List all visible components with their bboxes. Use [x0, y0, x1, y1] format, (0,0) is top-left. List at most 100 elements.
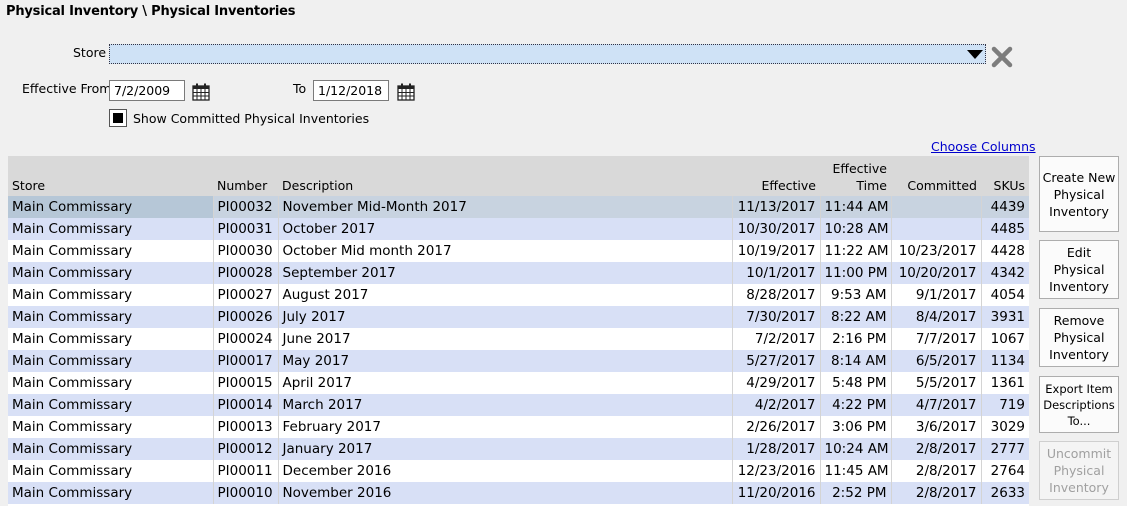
- table-row[interactable]: Main Commissary PI00032 November Mid-Month…: [8, 196, 1029, 218]
- chevron-down-icon[interactable]: [967, 50, 983, 59]
- cell-committed: 5/5/2017: [890, 372, 981, 394]
- cell-effective: 11/20/2016: [731, 482, 820, 504]
- cell-effective: 1/28/2017: [731, 438, 820, 460]
- cell-effective-time: 2:16 PM: [819, 328, 891, 350]
- cell-store: Main Commissary: [8, 262, 213, 284]
- cell-description: June 2017: [277, 328, 732, 350]
- cell-committed: 2/8/2017: [890, 482, 981, 504]
- export-item-descriptions-button[interactable]: Export Item Descriptions To...: [1039, 376, 1119, 433]
- close-icon[interactable]: [991, 46, 1013, 68]
- column-header-store[interactable]: Store: [8, 156, 213, 196]
- cell-effective-time: 4:22 PM: [819, 394, 891, 416]
- table-row[interactable]: Main Commissary PI00030 October Mid month …: [8, 240, 1029, 262]
- choose-columns-link[interactable]: Choose Columns: [931, 139, 1036, 154]
- effective-to-input[interactable]: 1/12/2018: [313, 80, 389, 101]
- cell-skus: 4428: [980, 240, 1029, 262]
- cell-skus: 4439: [980, 196, 1029, 218]
- effective-from-label: Effective From: [22, 81, 112, 96]
- column-header-description[interactable]: Description: [278, 156, 732, 196]
- cell-description: December 2016: [277, 460, 732, 482]
- show-committed-label: Show Committed Physical Inventories: [133, 111, 370, 126]
- cell-skus: 3931: [980, 306, 1029, 328]
- cell-effective: 2/26/2017: [731, 416, 820, 438]
- breadcrumb: Physical Inventory \ Physical Inventorie…: [6, 4, 296, 19]
- table-row[interactable]: Main Commissary PI00024 June 2017 7/2/2017 2…: [8, 328, 1029, 350]
- table-row[interactable]: Main Commissary PI00012 January 2017 1/28/2…: [8, 438, 1029, 460]
- cell-skus: 3029: [980, 416, 1029, 438]
- cell-description: November Mid-Month 2017: [277, 196, 732, 218]
- cell-number: PI00030: [212, 240, 278, 262]
- table-row[interactable]: Main Commissary PI00013 February 2017 2/26/…: [8, 416, 1029, 438]
- cell-description: November 2016: [277, 482, 732, 504]
- effective-from-input[interactable]: 7/2/2009: [109, 80, 185, 101]
- table-row[interactable]: Main Commissary PI00015 April 2017 4/29/201…: [8, 372, 1029, 394]
- cell-store: Main Commissary: [8, 328, 213, 350]
- cell-number: PI00011: [212, 460, 278, 482]
- cell-number: PI00024: [212, 328, 278, 350]
- cell-description: March 2017: [277, 394, 732, 416]
- cell-number: PI00014: [212, 394, 278, 416]
- column-header-committed[interactable]: Committed: [891, 156, 981, 196]
- cell-effective: 4/2/2017: [731, 394, 820, 416]
- table-row[interactable]: Main Commissary PI00014 March 2017 4/2/2017…: [8, 394, 1029, 416]
- cell-effective-time: 5:48 PM: [819, 372, 891, 394]
- physical-inventories-grid: Store Number Description Effective Effec…: [8, 156, 1029, 506]
- cell-skus: 719: [980, 394, 1029, 416]
- calendar-icon[interactable]: [192, 83, 210, 101]
- cell-committed: 6/5/2017: [890, 350, 981, 372]
- uncommit-physical-inventory-button[interactable]: Uncommit Physical Inventory: [1039, 441, 1119, 500]
- cell-store: Main Commissary: [8, 460, 213, 482]
- cell-skus: 1134: [980, 350, 1029, 372]
- cell-number: PI00017: [212, 350, 278, 372]
- cell-skus: 4054: [980, 284, 1029, 306]
- table-row[interactable]: Main Commissary PI00011 December 2016 12/23…: [8, 460, 1029, 482]
- cell-effective-time: 10:28 AM: [819, 218, 891, 240]
- cell-store: Main Commissary: [8, 240, 213, 262]
- column-header-effective-time[interactable]: Effective Time: [820, 156, 891, 196]
- table-row[interactable]: Main Commissary PI00017 May 2017 5/27/2017 8…: [8, 350, 1029, 372]
- cell-number: PI00027: [212, 284, 278, 306]
- cell-skus: 2777: [980, 438, 1029, 460]
- column-header-number[interactable]: Number: [213, 156, 278, 196]
- cell-number: PI00031: [212, 218, 278, 240]
- cell-committed: 10/20/2017: [890, 262, 981, 284]
- cell-skus: 4485: [980, 218, 1029, 240]
- cell-number: PI00010: [212, 482, 278, 504]
- cell-store: Main Commissary: [8, 372, 213, 394]
- create-physical-inventory-button[interactable]: Create New Physical Inventory: [1039, 156, 1119, 232]
- cell-number: PI00012: [212, 438, 278, 460]
- cell-store: Main Commissary: [8, 218, 213, 240]
- edit-physical-inventory-button[interactable]: Edit Physical Inventory: [1039, 240, 1119, 299]
- remove-physical-inventory-button[interactable]: Remove Physical Inventory: [1039, 308, 1119, 367]
- cell-number: PI00015: [212, 372, 278, 394]
- cell-skus: 1067: [980, 328, 1029, 350]
- column-header-skus[interactable]: SKUs: [981, 156, 1029, 196]
- cell-committed: [890, 196, 981, 218]
- column-header-effective[interactable]: Effective: [732, 156, 820, 196]
- table-row[interactable]: Main Commissary PI00028 September 2017 10/1…: [8, 262, 1029, 284]
- cell-description: July 2017: [277, 306, 732, 328]
- table-row[interactable]: Main Commissary PI00027 August 2017 8/28/20…: [8, 284, 1029, 306]
- store-dropdown[interactable]: [109, 44, 986, 64]
- show-committed-checkbox[interactable]: [109, 109, 127, 127]
- cell-store: Main Commissary: [8, 438, 213, 460]
- table-row[interactable]: Main Commissary PI00026 July 2017 7/30/2017…: [8, 306, 1029, 328]
- cell-description: August 2017: [277, 284, 732, 306]
- cell-committed: 4/7/2017: [890, 394, 981, 416]
- cell-committed: 10/23/2017: [890, 240, 981, 262]
- cell-store: Main Commissary: [8, 284, 213, 306]
- cell-effective-time: 11:22 AM: [819, 240, 891, 262]
- calendar-icon[interactable]: [397, 83, 415, 101]
- cell-store: Main Commissary: [8, 306, 213, 328]
- cell-store: Main Commissary: [8, 482, 213, 504]
- table-row[interactable]: Main Commissary PI00031 October 2017 10/30/…: [8, 218, 1029, 240]
- cell-description: February 2017: [277, 416, 732, 438]
- cell-effective-time: 9:53 AM: [819, 284, 891, 306]
- table-row[interactable]: Main Commissary PI00010 November 2016 11/20…: [8, 482, 1029, 504]
- cell-committed: 3/6/2017: [890, 416, 981, 438]
- cell-description: September 2017: [277, 262, 732, 284]
- store-label: Store: [73, 45, 107, 60]
- cell-effective: 5/27/2017: [731, 350, 820, 372]
- cell-effective-time: 3:06 PM: [819, 416, 891, 438]
- cell-description: January 2017: [277, 438, 732, 460]
